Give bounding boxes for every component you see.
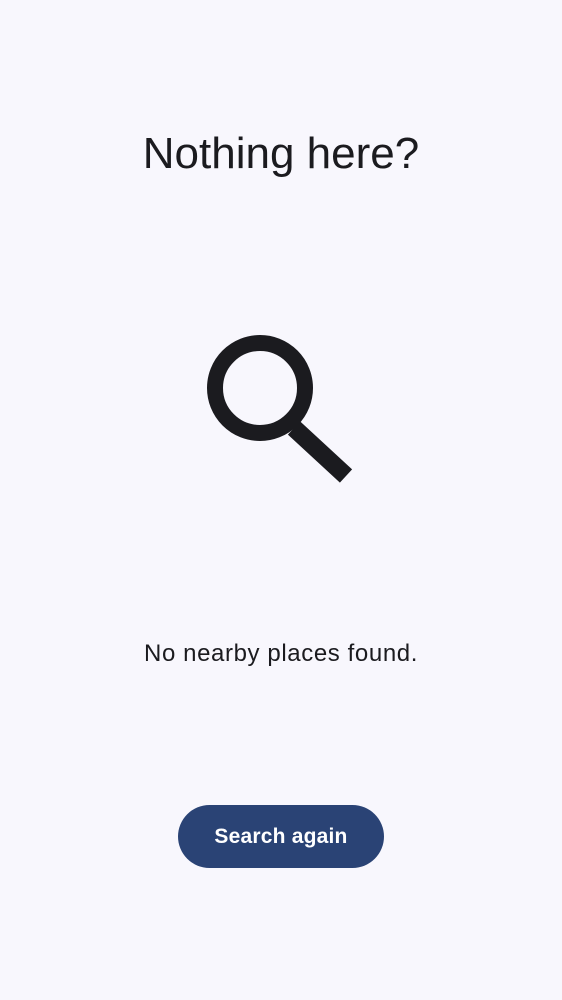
- empty-state-screen: Nothing here? No nearby places found. Se…: [0, 0, 562, 1000]
- page-title: Nothing here?: [142, 129, 420, 178]
- search-again-button[interactable]: Search again: [178, 805, 384, 868]
- search-icon: [198, 326, 358, 486]
- empty-state-message: No nearby places found.: [144, 640, 418, 667]
